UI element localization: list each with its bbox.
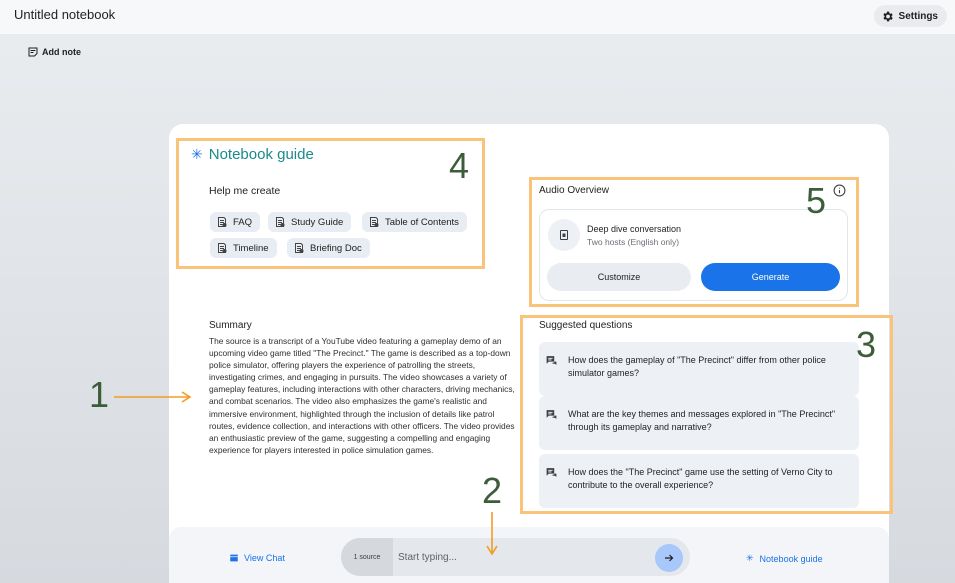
chat-icon	[230, 554, 238, 562]
view-chat-label: View Chat	[244, 553, 285, 563]
settings-label: Settings	[898, 10, 938, 22]
annotation-number-3: 3	[856, 324, 877, 365]
note-add-icon	[28, 47, 38, 57]
annotation-box-4	[176, 138, 485, 269]
sparkle-icon: ✳	[746, 553, 754, 563]
send-button[interactable]	[655, 544, 683, 572]
annotation-number-2: 2	[482, 470, 503, 511]
annotation-box-3	[520, 315, 893, 514]
chat-input[interactable]	[398, 545, 638, 569]
view-chat-button[interactable]: View Chat	[229, 553, 285, 563]
add-note-label: Add note	[42, 47, 81, 57]
annotation-number-1: 1	[89, 374, 110, 415]
notebook-title[interactable]: Untitled notebook	[14, 7, 115, 22]
notebook-guide-label: Notebook guide	[759, 553, 823, 564]
source-count-badge: 1 source	[341, 538, 393, 576]
settings-button[interactable]: Settings	[873, 5, 947, 27]
summary-text: The source is a transcript of a YouTube …	[209, 336, 515, 455]
top-bar: Untitled notebook Settings	[0, 0, 955, 34]
annotation-arrow-down	[486, 512, 498, 556]
summary-title: Summary	[209, 320, 252, 331]
annotation-arrow-right	[114, 391, 192, 403]
arrow-right-icon	[665, 554, 674, 562]
add-note-button[interactable]: Add note	[27, 46, 81, 58]
notebook-guide-button[interactable]: ✳ Notebook guide	[746, 553, 823, 564]
gear-icon	[882, 11, 893, 21]
annotation-number-5: 5	[806, 180, 827, 221]
annotation-number-4: 4	[449, 145, 470, 186]
